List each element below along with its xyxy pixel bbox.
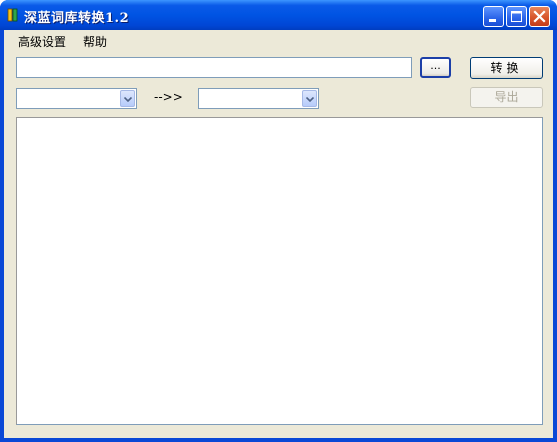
client-area: 高级设置 帮助 ... 转换 -->> 导出	[4, 30, 553, 438]
target-format-dropdown-button[interactable]	[302, 90, 317, 107]
minimize-icon	[489, 19, 496, 22]
target-format-select[interactable]	[198, 88, 319, 109]
maximize-icon	[511, 11, 522, 22]
source-format-select[interactable]	[16, 88, 137, 109]
convert-button[interactable]: 转换	[470, 57, 543, 79]
export-button[interactable]: 导出	[470, 87, 543, 108]
chevron-down-icon	[306, 97, 314, 102]
minimize-button[interactable]	[483, 6, 504, 27]
output-textarea[interactable]	[16, 117, 543, 425]
app-book-icon	[7, 8, 18, 22]
maximize-button[interactable]	[506, 6, 527, 27]
browse-button[interactable]: ...	[420, 57, 451, 78]
close-button[interactable]	[529, 6, 550, 27]
source-format-dropdown-button[interactable]	[120, 90, 135, 107]
file-path-input[interactable]	[16, 57, 412, 78]
conversion-arrow-label: -->>	[154, 90, 183, 104]
menu-advanced-settings[interactable]: 高级设置	[18, 33, 66, 50]
window-title: 深蓝词库转换1.2	[24, 11, 130, 26]
chevron-down-icon	[124, 97, 132, 102]
title-bar[interactable]: 深蓝词库转换1.2	[0, 0, 557, 30]
close-icon	[533, 10, 546, 23]
menu-bar: 高级设置 帮助	[4, 30, 553, 52]
menu-help[interactable]: 帮助	[83, 33, 107, 50]
app-window: 深蓝词库转换1.2 高级设置 帮助 ... 转换 -->> 导出	[0, 0, 557, 442]
